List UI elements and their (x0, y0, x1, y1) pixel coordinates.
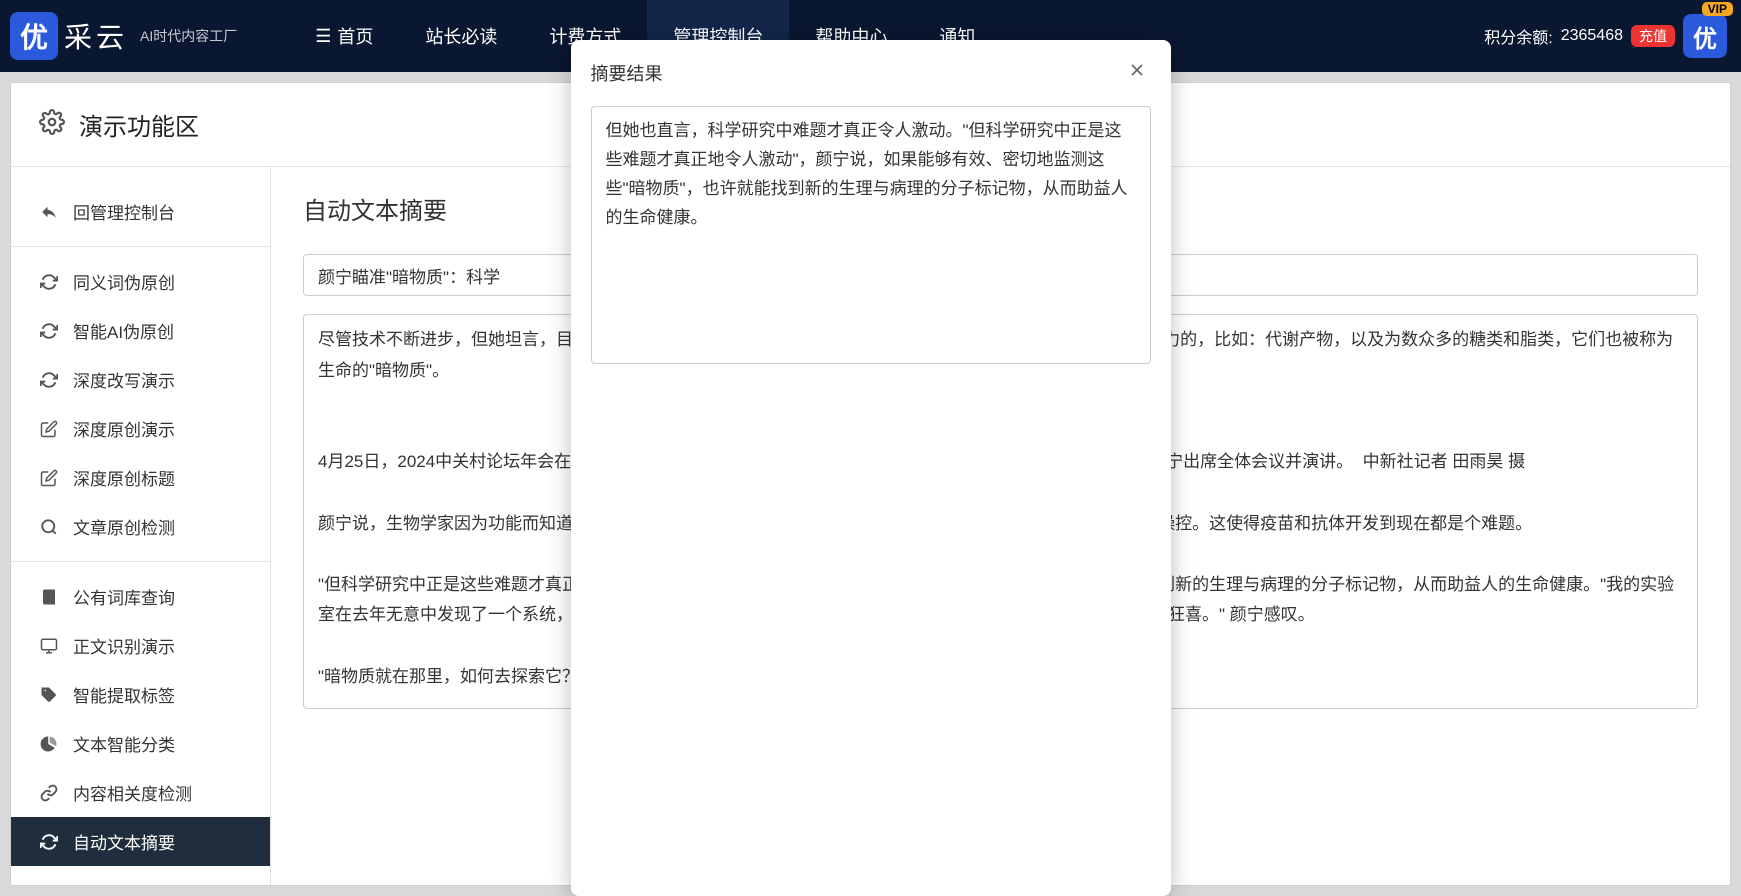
pie-icon (39, 735, 59, 753)
sidebar-item[interactable]: 深度原创标题 (11, 453, 270, 502)
brand-name: 采云 (64, 16, 128, 56)
recharge-button[interactable]: 充值 (1631, 25, 1675, 47)
vip-logo-icon: 优 (1683, 14, 1727, 58)
sidebar-item[interactable]: 回管理控制台 (11, 187, 270, 236)
refresh-icon (39, 833, 59, 851)
sidebar-item[interactable]: 智能提取标签 (11, 670, 270, 719)
sidebar-item[interactable]: 自动文本摘要 (11, 817, 270, 866)
points-value: 2365468 (1561, 27, 1623, 45)
sidebar-item[interactable]: 文本智能分类 (11, 719, 270, 768)
nav-must-read[interactable]: 站长必读 (399, 0, 523, 72)
reply-icon (39, 203, 59, 221)
points-label: 积分余额: (1484, 24, 1552, 48)
sidebar-item-label: 深度改写演示 (73, 367, 175, 392)
edit-icon (39, 420, 59, 438)
sidebar-item-label: 深度原创标题 (73, 465, 175, 490)
sidebar-divider (11, 561, 270, 562)
sidebar-item[interactable]: 公有词库查询 (11, 572, 270, 621)
modal-header: 摘要结果 (571, 40, 1171, 106)
sidebar-item-label: 文本智能分类 (73, 731, 175, 756)
vip-logo[interactable]: 优 VIP (1683, 14, 1727, 58)
sidebar-item[interactable]: 深度改写演示 (11, 355, 270, 404)
panel-title: 演示功能区 (79, 107, 199, 142)
brand-tagline: AI时代内容工厂 (140, 26, 237, 46)
sidebar: 回管理控制台同义词伪原创智能AI伪原创深度改写演示深度原创演示深度原创标题文章原… (11, 167, 271, 885)
sidebar-divider (11, 246, 270, 247)
gear-icon (39, 109, 65, 140)
sidebar-item-label: 内容相关度检测 (73, 780, 192, 805)
close-icon (1127, 60, 1147, 80)
sidebar-item[interactable]: 文章原创检测 (11, 502, 270, 551)
modal-title: 摘要结果 (591, 60, 663, 86)
sidebar-item-label: 公有词库查询 (73, 584, 175, 609)
tag-icon (39, 686, 59, 704)
search-icon (39, 518, 59, 536)
refresh-icon (39, 273, 59, 291)
nav-home[interactable]: ☰ 首页 (289, 0, 399, 72)
sidebar-item-label: 正文识别演示 (73, 633, 175, 658)
monitor-icon (39, 637, 59, 655)
sidebar-item-label: 深度原创演示 (73, 416, 175, 441)
modal-close-button[interactable] (1123, 56, 1151, 90)
brand-logo-icon: 优 (10, 12, 58, 60)
summary-result-textarea[interactable] (591, 106, 1151, 364)
modal-body (571, 106, 1171, 397)
sidebar-item[interactable]: 同义词伪原创 (11, 257, 270, 306)
sidebar-item[interactable]: 内容相关度检测 (11, 768, 270, 817)
nav-must-read-label: 站长必读 (425, 23, 497, 49)
edit-icon (39, 469, 59, 487)
sidebar-item-label: 文章原创检测 (73, 514, 175, 539)
sidebar-item-label: 自动文本摘要 (73, 829, 175, 854)
refresh-icon (39, 371, 59, 389)
nav-right: 积分余额: 2365468 充值 优 VIP (1484, 14, 1741, 58)
sidebar-item-label: 智能提取标签 (73, 682, 175, 707)
book-icon (39, 588, 59, 606)
sidebar-item-label: 同义词伪原创 (73, 269, 175, 294)
sidebar-item[interactable]: 正文识别演示 (11, 621, 270, 670)
sidebar-item-label: 回管理控制台 (73, 199, 175, 224)
sidebar-item-label: 智能AI伪原创 (73, 318, 174, 343)
list-icon: ☰ (315, 26, 331, 47)
sidebar-item[interactable]: 智能AI伪原创 (11, 306, 270, 355)
vip-badge: VIP (1702, 2, 1733, 16)
link-icon (39, 784, 59, 802)
brand-area: 优 采云 AI时代内容工厂 (0, 12, 249, 60)
refresh-icon (39, 322, 59, 340)
sidebar-item[interactable]: 深度原创演示 (11, 404, 270, 453)
summary-modal: 摘要结果 (571, 40, 1171, 896)
nav-home-label: 首页 (337, 23, 373, 49)
